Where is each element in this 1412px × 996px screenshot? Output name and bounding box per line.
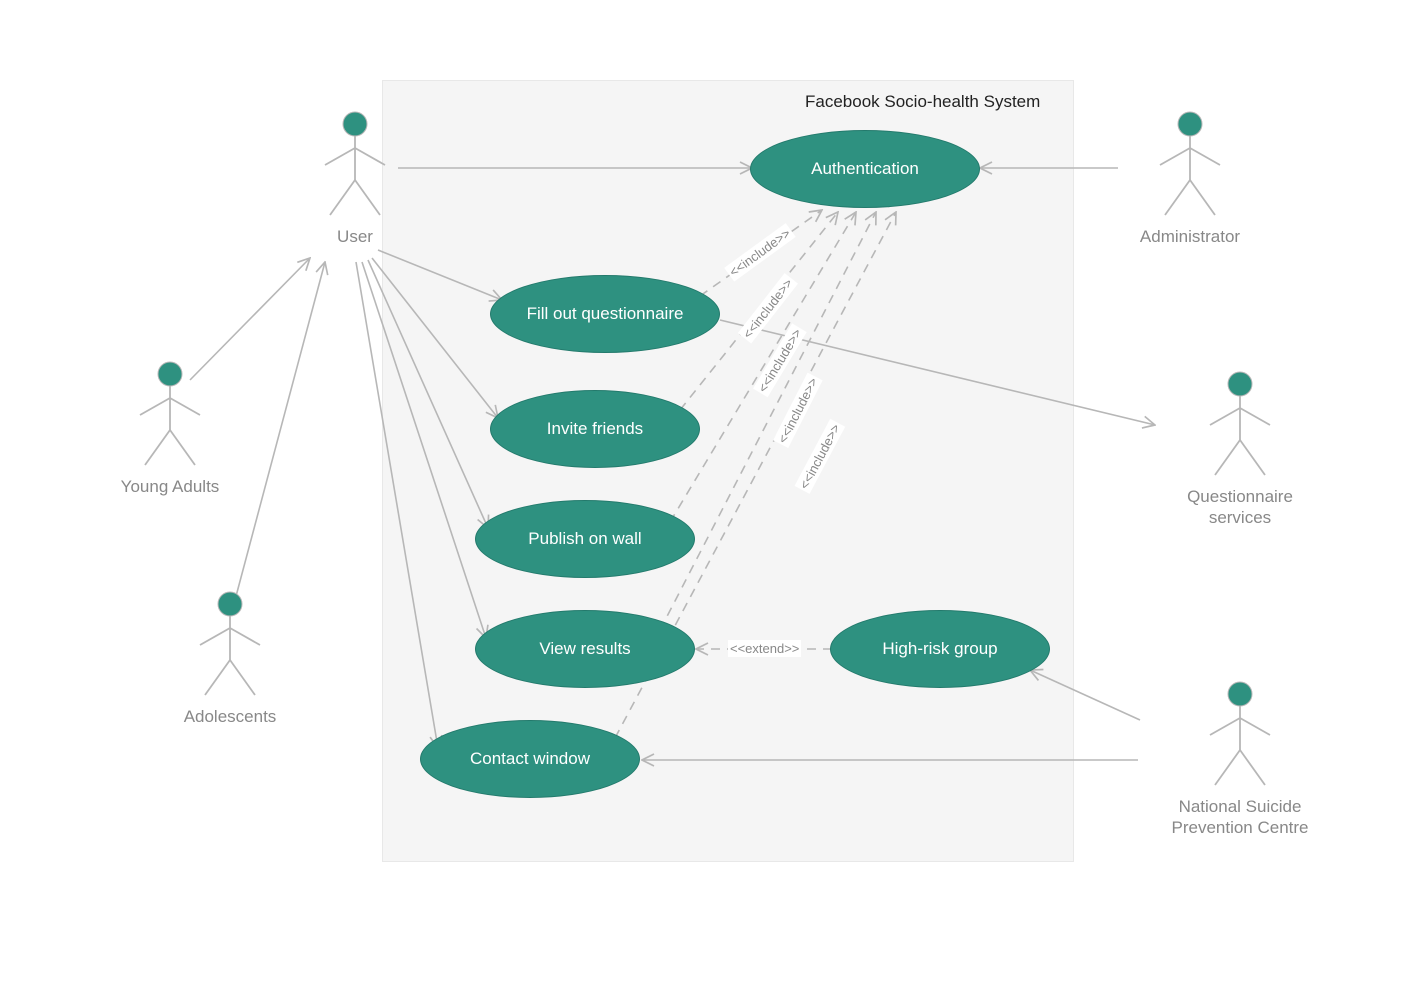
usecase-label: Contact window [470,749,590,769]
usecase-fill-questionnaire: Fill out questionnaire [490,275,720,353]
usecase-view-results: View results [475,610,695,688]
usecase-label: Fill out questionnaire [527,304,684,324]
actor-label: National Suicide Prevention Centre [1140,796,1340,839]
usecase-invite-friends: Invite friends [490,390,700,468]
actor-administrator: Administrator [1120,110,1260,247]
stick-figure-icon [315,110,395,220]
usecase-contact-window: Contact window [420,720,640,798]
stick-figure-icon [190,590,270,700]
actor-label: Young Adults [100,476,240,497]
usecase-label: Invite friends [547,419,643,439]
actor-user: User [310,110,400,247]
usecase-label: Publish on wall [528,529,641,549]
usecase-label: Authentication [811,159,919,179]
actor-young-adults: Young Adults [100,360,240,497]
actor-questionnaire-services: Questionnaire services [1155,370,1325,529]
actor-adolescents: Adolescents [160,590,300,727]
diagram-canvas: Facebook Socio-health System [0,0,1412,996]
stick-figure-icon [130,360,210,470]
actor-label: Administrator [1120,226,1260,247]
actor-label: Adolescents [160,706,300,727]
actor-label: Questionnaire services [1155,486,1325,529]
usecase-publish-on-wall: Publish on wall [475,500,695,578]
actor-nspc: National Suicide Prevention Centre [1140,680,1340,839]
stick-figure-icon [1150,110,1230,220]
system-title: Facebook Socio-health System [805,92,1040,112]
edge-ado-user [235,262,325,600]
usecase-authentication: Authentication [750,130,980,208]
stick-figure-icon [1200,680,1280,790]
usecase-label: View results [539,639,630,659]
label-extend: <<extend>> [728,640,801,657]
actor-label: User [310,226,400,247]
usecase-label: High-risk group [882,639,997,659]
usecase-high-risk-group: High-risk group [830,610,1050,688]
stick-figure-icon [1200,370,1280,480]
